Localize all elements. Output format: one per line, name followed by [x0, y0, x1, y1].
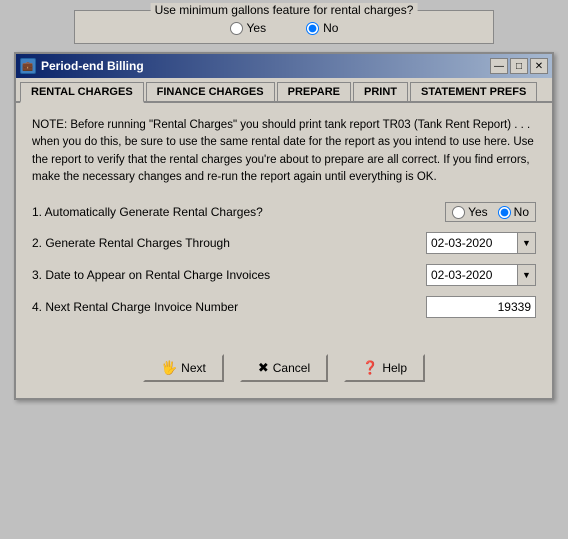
top-bar-legend: Use minimum gallons feature for rental c… — [151, 3, 418, 17]
tab-bar: RENTAL CHARGES FINANCE CHARGES PREPARE P… — [16, 78, 552, 103]
window-icon: 💼 — [20, 58, 36, 74]
cancel-button[interactable]: ✖ Cancel — [240, 354, 328, 382]
title-bar-left: 💼 Period-end Billing — [20, 58, 144, 74]
form-row-invoice-number: 4. Next Rental Charge Invoice Number — [32, 296, 536, 318]
content-area: NOTE: Before running "Rental Charges" yo… — [16, 103, 552, 342]
help-label: Help — [382, 361, 407, 375]
close-button[interactable]: ✕ — [530, 58, 548, 74]
tab-finance-charges[interactable]: FINANCE CHARGES — [146, 82, 275, 101]
tab-statement-prefs[interactable]: STATEMENT PREFS — [410, 82, 537, 101]
window-title: Period-end Billing — [41, 59, 144, 73]
main-window: 💼 Period-end Billing — □ ✕ RENTAL CHARGE… — [14, 52, 554, 400]
auto-generate-no-radio[interactable] — [498, 206, 511, 219]
date-appear-date[interactable]: ▼ — [426, 264, 536, 286]
topbar-yes-option[interactable]: Yes — [230, 21, 267, 35]
generate-through-date[interactable]: ▼ — [426, 232, 536, 254]
topbar-no-radio[interactable] — [306, 22, 319, 35]
date-appear-input[interactable] — [427, 266, 517, 284]
auto-generate-no-label: No — [514, 205, 529, 219]
generate-through-dropdown-arrow[interactable]: ▼ — [517, 233, 535, 253]
title-bar: 💼 Period-end Billing — □ ✕ — [16, 54, 552, 78]
note-text: NOTE: Before running "Rental Charges" yo… — [32, 117, 536, 186]
topbar-yes-radio[interactable] — [230, 22, 243, 35]
date-appear-dropdown-arrow[interactable]: ▼ — [517, 265, 535, 285]
next-label: Next — [181, 361, 206, 375]
auto-generate-yes-radio[interactable] — [452, 206, 465, 219]
footer: 🖐 Next ✖ Cancel ❓ Help — [16, 342, 552, 398]
tab-rental-charges[interactable]: RENTAL CHARGES — [20, 82, 144, 103]
maximize-button[interactable]: □ — [510, 58, 528, 74]
topbar-yes-label: Yes — [247, 21, 267, 35]
next-icon: 🖐 — [161, 360, 177, 376]
form-row-auto-generate: 1. Automatically Generate Rental Charges… — [32, 202, 536, 222]
help-button[interactable]: ❓ Help — [344, 354, 425, 382]
form-row-generate-through: 2. Generate Rental Charges Through ▼ — [32, 232, 536, 254]
auto-generate-no-option[interactable]: No — [498, 205, 529, 219]
cancel-icon: ✖ — [258, 360, 269, 376]
auto-generate-radios: Yes No — [445, 202, 536, 222]
auto-generate-yes-label: Yes — [468, 205, 488, 219]
top-bar-radios: Yes No — [87, 21, 481, 35]
minimize-button[interactable]: — — [490, 58, 508, 74]
cancel-label: Cancel — [273, 361, 310, 375]
help-icon: ❓ — [362, 360, 378, 376]
auto-generate-yes-option[interactable]: Yes — [452, 205, 488, 219]
invoice-number-input[interactable] — [426, 296, 536, 318]
title-bar-controls: — □ ✕ — [490, 58, 548, 74]
invoice-number-label: 4. Next Rental Charge Invoice Number — [32, 300, 426, 314]
date-appear-label: 3. Date to Appear on Rental Charge Invoi… — [32, 268, 426, 282]
form-row-date-appear: 3. Date to Appear on Rental Charge Invoi… — [32, 264, 536, 286]
tab-print[interactable]: PRINT — [353, 82, 408, 101]
tab-prepare[interactable]: PREPARE — [277, 82, 351, 101]
generate-through-label: 2. Generate Rental Charges Through — [32, 236, 426, 250]
auto-generate-label: 1. Automatically Generate Rental Charges… — [32, 205, 445, 219]
topbar-no-label: No — [323, 21, 338, 35]
next-button[interactable]: 🖐 Next — [143, 354, 224, 382]
generate-through-input[interactable] — [427, 234, 517, 252]
top-bar: Use minimum gallons feature for rental c… — [74, 10, 494, 44]
topbar-no-option[interactable]: No — [306, 21, 338, 35]
